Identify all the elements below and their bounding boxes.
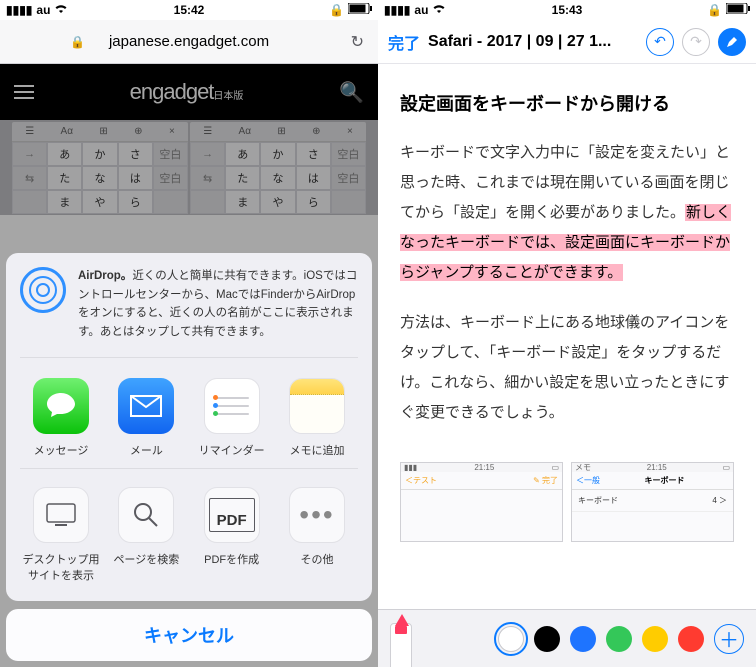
embedded-screenshots: ▮▮▮21:15▭ ＜テスト✎ 完了 メモ21:15▭ ＜一般キーボード キーボ… [378,458,756,542]
left-device: ▮▮▮▮ au 15:42 🔒 🔒 japanese.engadget.com … [0,0,378,667]
color-swatch-red[interactable] [678,626,704,652]
document-body[interactable]: 設定画面をキーボードから開ける キーボードで文字入力中に「設定を変えたい」と思っ… [378,64,756,458]
pdf-icon: PDF [204,487,260,543]
notes-icon [289,378,345,434]
wifi-icon [54,3,68,17]
wifi-icon [432,3,446,17]
carrier: au [414,3,428,17]
paragraph-1: キーボードで文字入力中に「設定を変えたい」と思った時、これまでは現在開いている画… [400,138,734,288]
status-bar: ▮▮▮▮ au 15:42 🔒 [0,0,378,20]
share-app-reminders[interactable]: リマインダー [197,378,267,458]
mini-screenshot-2: メモ21:15▭ ＜一般キーボード キーボード4 ＞ [571,462,734,542]
markup-toolbar: 完了 Safari - 2017 | 09 | 27 1... ↶ ↷ [378,20,756,64]
messages-icon [33,378,89,434]
done-button[interactable]: 完了 [388,30,420,54]
action-find-on-page[interactable]: ページを検索 [111,487,181,583]
share-actions-row: デスクトップ用 サイトを表示 ページを検索 PDF PDFを作成 ••• [20,468,358,593]
undo-button[interactable]: ↶ [646,28,674,56]
action-desktop-site[interactable]: デスクトップ用 サイトを表示 [26,487,96,583]
redo-button: ↷ [682,28,710,56]
markup-tool-tray: ＋ [378,609,756,667]
clock: 15:43 [552,3,583,17]
battery-icon [348,3,372,17]
carrier: au [36,3,50,17]
orientation-lock-icon: 🔒 [329,3,344,17]
add-tool-button[interactable]: ＋ [714,624,744,654]
share-app-notes[interactable]: メモに追加 [282,378,352,458]
color-swatch-black[interactable] [534,626,560,652]
status-bar: ▮▮▮▮ au 15:43 🔒 [378,0,756,20]
magnifier-icon [118,487,174,543]
signal-icon: ▮▮▮▮ [384,3,410,17]
more-icon: ••• [289,487,345,543]
reminders-icon [204,378,260,434]
mini-screenshot-1: ▮▮▮21:15▭ ＜テスト✎ 完了 [400,462,563,542]
color-swatch-green[interactable] [606,626,632,652]
airdrop-icon [20,267,66,313]
airdrop-section[interactable]: AirDrop。近くの人と簡単に共有できます。iOSではコントロールセンターから… [20,267,358,358]
lock-icon: 🔒 [70,35,85,49]
pen-tool[interactable] [390,623,412,667]
cancel-button[interactable]: キャンセル [6,609,372,661]
action-create-pdf[interactable]: PDF PDFを作成 [197,487,267,583]
paragraph-2: 方法は、キーボード上にある地球儀のアイコンをタップして、「キーボード設定」をタッ… [400,308,734,428]
share-app-mail[interactable]: メール [111,378,181,458]
right-device: ▮▮▮▮ au 15:43 🔒 完了 Safari - 2017 | 09 | … [378,0,756,667]
mail-icon [118,378,174,434]
orientation-lock-icon: 🔒 [707,3,722,17]
signal-icon: ▮▮▮▮ [6,3,32,17]
color-swatch-yellow[interactable] [642,626,668,652]
share-app-messages[interactable]: メッセージ [26,378,96,458]
share-apps-row: メッセージ メール リマインダー [20,358,358,468]
address-bar[interactable]: 🔒 japanese.engadget.com ↻ [0,20,378,64]
reload-icon[interactable]: ↻ [351,32,364,52]
color-swatch-white[interactable] [498,626,524,652]
action-more[interactable]: ••• その他 [282,487,352,583]
battery-icon [726,3,750,17]
airdrop-description: AirDrop。近くの人と簡単に共有できます。iOSではコントロールセンターから… [78,267,358,341]
color-swatch-blue[interactable] [570,626,596,652]
desktop-icon [33,487,89,543]
article-heading: 設定画面をキーボードから開ける [400,86,734,122]
clock: 15:42 [174,3,205,17]
markup-button[interactable] [718,28,746,56]
document-title: Safari - 2017 | 09 | 27 1... [428,33,638,51]
url-text: japanese.engadget.com [109,33,269,50]
share-sheet: AirDrop。近くの人と簡単に共有できます。iOSではコントロールセンターから… [6,253,372,661]
